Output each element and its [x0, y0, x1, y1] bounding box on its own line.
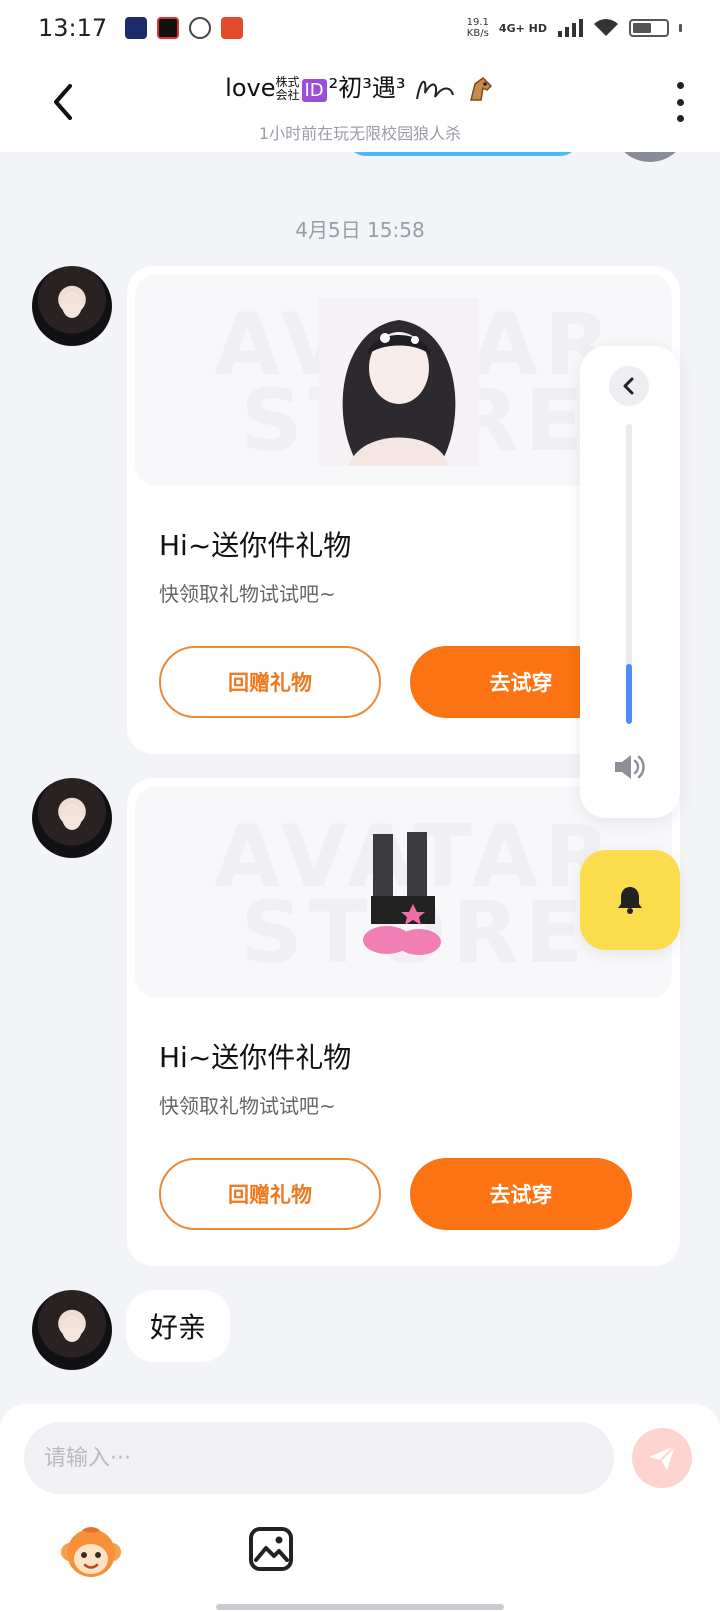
volume-collapse-button[interactable]: [609, 366, 649, 406]
speaker-icon[interactable]: [613, 752, 647, 782]
notification-icons: [125, 17, 244, 39]
friend-avatar[interactable]: [32, 778, 112, 858]
gift-title: Hi~送你件礼物: [159, 529, 352, 562]
signal-icon: [558, 19, 583, 37]
more-dot: [676, 98, 684, 106]
volume-panel: [580, 346, 680, 818]
friend-avatar[interactable]: [32, 1290, 112, 1370]
title-prefix: love: [225, 74, 276, 102]
horse-emoji-icon: [469, 77, 492, 101]
more-dot: [676, 115, 684, 122]
chat-subtitle: 1小时前在玩无限校园狼人杀: [258, 124, 462, 143]
sync-app-icon: [189, 17, 212, 39]
volume-level-fill: [626, 664, 632, 724]
title-small: 株式 会社: [275, 76, 299, 102]
friend-avatar[interactable]: [32, 266, 112, 346]
send-button[interactable]: [632, 1428, 692, 1488]
title-id-badge: ID: [301, 79, 327, 102]
boots-item-image: [353, 830, 453, 966]
net-speed-value: 19.1: [466, 17, 489, 28]
chevron-left-icon: [623, 377, 634, 395]
paper-plane-icon: [649, 1445, 676, 1470]
status-time: 13:17: [38, 14, 108, 42]
title-small-bottom: 会社: [275, 88, 300, 102]
wifi-icon: [594, 19, 618, 36]
message-input[interactable]: [24, 1422, 614, 1494]
network-type: 4G+ HD: [498, 21, 547, 35]
battery-icon: [629, 19, 669, 37]
status-bar: 13:17 19.1 KB/s 4G+ HD: [0, 0, 720, 56]
gift-description: 快领取礼物试试吧~: [159, 1094, 336, 1118]
notification-bell-button[interactable]: [580, 850, 680, 950]
home-indicator: [216, 1604, 504, 1610]
video-app-icon: [125, 17, 148, 39]
hair-item-image: [319, 298, 479, 466]
return-gift-button[interactable]: 回赠礼物: [159, 1158, 381, 1230]
game-app-icon: [221, 17, 244, 39]
try-on-button[interactable]: 去试穿: [410, 1158, 632, 1230]
net-speed-unit: KB/s: [466, 28, 489, 39]
monkey-mascot-icon: [61, 1527, 121, 1577]
chat-title[interactable]: love 株式 会社 ID ²初³遇³: [0, 68, 720, 104]
mascot-emoji-button[interactable]: [60, 1522, 122, 1584]
gift-description: 快领取礼物试试吧~: [159, 582, 336, 606]
signature-decoration-icon: [416, 80, 455, 100]
title-suffix: ²初³遇³: [328, 74, 406, 102]
return-gift-button[interactable]: 回赠礼物: [159, 646, 381, 718]
input-area: [0, 1404, 720, 1612]
image-icon: [249, 1527, 293, 1571]
battery-tip: [679, 24, 682, 32]
message-timestamp: 4月5日 15:58: [295, 218, 425, 242]
status-right: 19.1 KB/s 4G+ HD: [467, 17, 682, 39]
chat-header: love 株式 会社 ID ²初³遇³ 1小时前在玩无限校园狼人杀: [0, 56, 720, 152]
net-speed: 19.1 KB/s: [467, 17, 489, 39]
more-options-button[interactable]: [670, 82, 690, 122]
bell-icon: [618, 887, 642, 914]
gift-title: Hi~送你件礼物: [159, 1041, 352, 1074]
more-dot: [676, 82, 684, 89]
record-app-icon: [157, 17, 180, 39]
image-picker-button[interactable]: [248, 1526, 294, 1572]
volume-slider[interactable]: [626, 424, 632, 724]
text-message-bubble[interactable]: 好亲: [126, 1290, 231, 1362]
